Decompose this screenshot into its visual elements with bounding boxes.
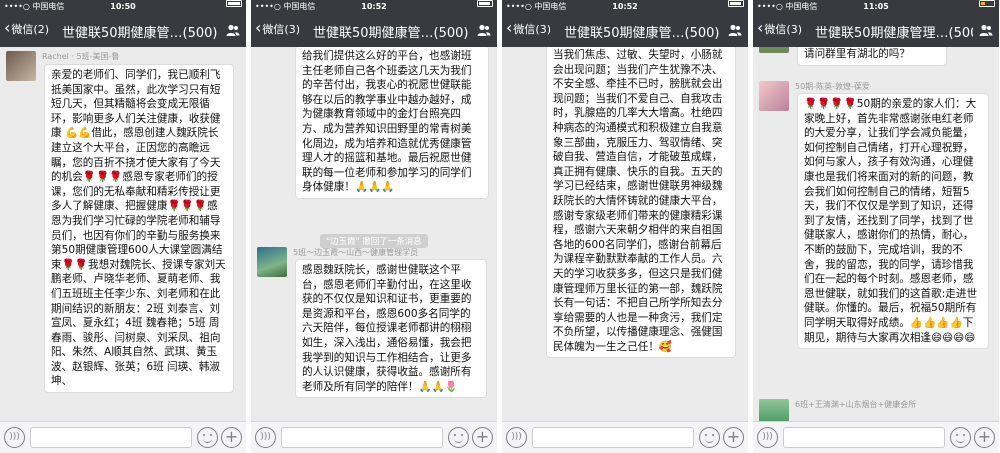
group-members-icon[interactable] bbox=[477, 23, 491, 37]
sender-name: 6班+王清渊+山东烟台+健康会所 bbox=[795, 400, 917, 409]
back-label: 微信(3) bbox=[764, 23, 802, 36]
back-label: 微信(3) bbox=[513, 23, 551, 36]
status-bar: ••••○ 中国电信 11:05 bbox=[753, 0, 999, 13]
back-label: 微信(3) bbox=[262, 23, 300, 36]
chat-screen-3: ••••○ 中国电信 10:52 ‹ 微信(3) 世健联50期健康管…(500) … bbox=[502, 0, 748, 453]
status-time: 10:50 bbox=[110, 2, 136, 11]
nav-bar: ‹ 微信(2) 世健联50期健康管…(500) bbox=[0, 13, 246, 47]
message-bubble[interactable]: 🌹🌹🌹🌹50期的亲爱的家人们：大家晚上好，首先非常感谢张电红老师的大爱分享，让我… bbox=[797, 93, 989, 350]
avatar[interactable] bbox=[759, 399, 789, 421]
chat-title: 世健联50期健康管理…(500) bbox=[815, 26, 973, 41]
back-button[interactable]: ‹ 微信(3) bbox=[757, 18, 802, 37]
sender-name: 50期-陈英-敦煌-葆爱 bbox=[795, 82, 870, 91]
message-input[interactable] bbox=[532, 427, 694, 448]
status-time: 10:52 bbox=[612, 2, 638, 11]
voice-icon[interactable]: ))) bbox=[255, 427, 276, 448]
message-text: 亲爱的老师们、同学们，我已顺利飞抵美国家中。虽然，此次学习只有短短几天，但其精髓… bbox=[51, 69, 226, 388]
battery-icon bbox=[728, 0, 744, 7]
back-button[interactable]: ‹ 微信(2) bbox=[4, 18, 49, 37]
group-members-icon[interactable] bbox=[979, 23, 993, 37]
chat-screen-2: ••••○ 中国电信 10:52 ‹ 微信(3) 世健联50期健康管…(500) … bbox=[251, 0, 497, 453]
status-bar: ••••○ 中国电信 10:52 bbox=[502, 0, 748, 13]
chat-area[interactable]: Rachel · 5班-美国-鲁 亲爱的老师们、同学们，我已顺利飞抵美国家中。虽… bbox=[0, 47, 246, 421]
message-text: 🌹🌹🌹🌹50期的亲爱的家人们：大家晚上好，首先非常感谢张电红老师的大爱分享，让我… bbox=[804, 98, 978, 344]
message-bubble[interactable]: 当我们焦虑、过敏、失望时，小肠就会出现问题；当我们产生犹豫不决、不安全感、牵挂不… bbox=[546, 47, 736, 359]
nav-bar: ‹ 微信(3) 世健联50期健康管…(500) bbox=[502, 13, 748, 47]
message-input[interactable] bbox=[783, 427, 945, 448]
battery-icon bbox=[226, 0, 242, 7]
status-time: 10:52 bbox=[361, 2, 387, 11]
back-label: 微信(2) bbox=[11, 23, 49, 36]
emoji-icon[interactable] bbox=[699, 427, 720, 448]
chevron-left-icon: ‹ bbox=[506, 18, 513, 37]
chevron-left-icon: ‹ bbox=[757, 18, 764, 37]
plus-icon[interactable]: + bbox=[221, 427, 242, 448]
battery-icon bbox=[979, 0, 995, 7]
chat-title: 世健联50期健康管…(500) bbox=[313, 26, 469, 41]
nav-bar: ‹ 微信(3) 世健联50期健康管理…(500) bbox=[753, 13, 999, 47]
chat-screen-4: ••••○ 中国电信 11:05 ‹ 微信(3) 世健联50期健康管理…(500)… bbox=[753, 0, 999, 453]
back-button[interactable]: ‹ 微信(3) bbox=[255, 18, 300, 37]
group-members-icon[interactable] bbox=[728, 23, 742, 37]
voice-icon[interactable]: ))) bbox=[506, 427, 527, 448]
chat-area[interactable]: 给我们提供这么好的平台，也感谢班主任老师自己各个班委这几天为我们的辛苦付出，我衷… bbox=[251, 47, 497, 421]
emoji-icon[interactable] bbox=[950, 427, 971, 448]
chevron-left-icon: ‹ bbox=[4, 18, 11, 37]
message-input[interactable] bbox=[30, 427, 192, 448]
voice-icon[interactable]: ))) bbox=[4, 427, 25, 448]
message-text: 感恩魏跃院长，感谢世健联这个平台，感恩老师们辛勤付出，在这里收获的不仅仅是知识和… bbox=[302, 264, 472, 393]
message-text: 给我们提供这么好的平台，也感谢班主任老师自己各个班委这几天为我们的辛苦付出，我衷… bbox=[302, 50, 472, 194]
back-button[interactable]: ‹ 微信(3) bbox=[506, 18, 551, 37]
group-members-icon[interactable] bbox=[226, 23, 240, 37]
plus-icon[interactable]: + bbox=[472, 427, 493, 448]
avatar[interactable] bbox=[257, 247, 287, 277]
emoji-icon[interactable] bbox=[448, 427, 469, 448]
message-bubble[interactable]: 亲爱的老师们、同学们，我已顺利飞抵美国家中。虽然，此次学习只有短短几天，但其精髓… bbox=[44, 64, 234, 394]
sender-name: Rachel · 5班-美国-鲁 bbox=[42, 52, 120, 61]
message-text: 当我们焦虑、过敏、失望时，小肠就会出现问题；当我们产生犹豫不决、不安全感、牵挂不… bbox=[553, 49, 723, 353]
chevron-left-icon: ‹ bbox=[255, 18, 262, 37]
avatar[interactable] bbox=[759, 81, 789, 111]
input-bar: ))) + bbox=[0, 421, 246, 453]
input-bar: ))) + bbox=[753, 421, 999, 453]
message-bubble[interactable]: 请问群里有湖北的吗？ bbox=[797, 47, 947, 66]
avatar[interactable] bbox=[759, 47, 789, 53]
avatar[interactable] bbox=[6, 51, 36, 81]
chat-screen-1: ••••○ 中国电信 10:50 ‹ 微信(2) 世健联50期健康管…(500) … bbox=[0, 0, 246, 453]
plus-icon[interactable]: + bbox=[723, 427, 744, 448]
message-bubble[interactable]: 感恩魏跃院长，感谢世健联这个平台，感恩老师们辛勤付出，在这里收获的不仅仅是知识和… bbox=[295, 259, 487, 399]
emoji-icon[interactable] bbox=[197, 427, 218, 448]
chat-title: 世健联50期健康管…(500) bbox=[62, 26, 218, 41]
battery-icon bbox=[477, 0, 493, 7]
system-notice: "边玉霞" 撤回了一条消息 bbox=[251, 229, 497, 248]
nav-bar: ‹ 微信(3) 世健联50期健康管…(500) bbox=[251, 13, 497, 47]
input-bar: ))) + bbox=[502, 421, 748, 453]
plus-icon[interactable]: + bbox=[974, 427, 995, 448]
message-text: 请问群里有湖北的吗？ bbox=[804, 48, 910, 60]
chat-area[interactable]: 请问群里有湖北的吗？ 50期-陈英-敦煌-葆爱 🌹🌹🌹🌹50期的亲爱的家人们：大… bbox=[753, 47, 999, 421]
status-bar: ••••○ 中国电信 10:52 bbox=[251, 0, 497, 13]
voice-icon[interactable]: ))) bbox=[757, 427, 778, 448]
status-time: 11:05 bbox=[863, 2, 889, 11]
input-bar: ))) + bbox=[251, 421, 497, 453]
message-input[interactable] bbox=[281, 427, 443, 448]
message-bubble[interactable]: 给我们提供这么好的平台，也感谢班主任老师自己各个班委这几天为我们的辛苦付出，我衷… bbox=[295, 47, 489, 199]
chat-title: 世健联50期健康管…(500) bbox=[564, 26, 720, 41]
status-bar: ••••○ 中国电信 10:50 bbox=[0, 0, 246, 13]
chat-area[interactable]: 当我们焦虑、过敏、失望时，小肠就会出现问题；当我们产生犹豫不决、不安全感、牵挂不… bbox=[502, 47, 748, 421]
sender-name: 5班～边玉霞～山西～健康管理学员 bbox=[293, 248, 419, 257]
recall-notice: "边玉霞" 撤回了一条消息 bbox=[320, 234, 428, 248]
